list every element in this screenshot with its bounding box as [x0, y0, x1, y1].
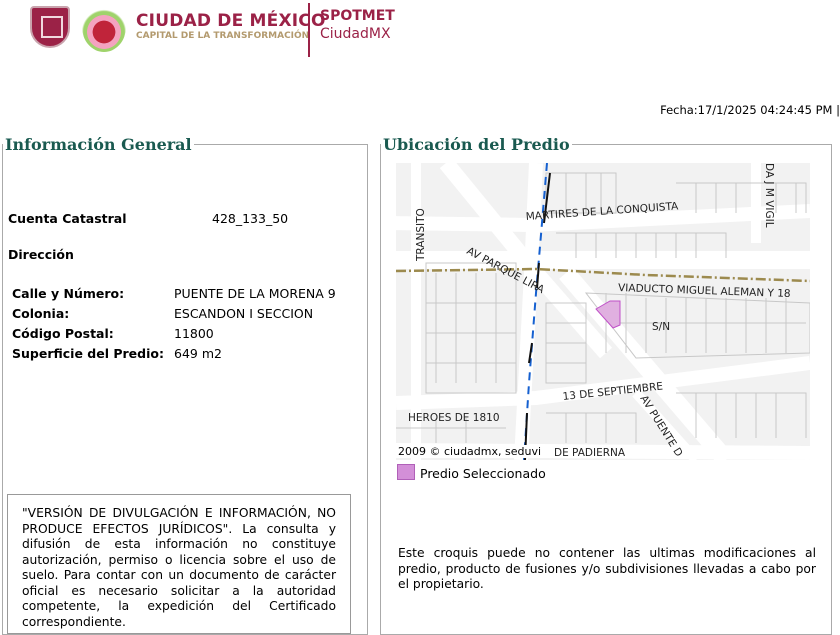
map-copyright: 2009 © ciudadmx, seduvi — [396, 445, 544, 458]
cdmx-shield-logo — [30, 6, 70, 48]
cuenta-value: 428_133_50 — [212, 211, 289, 226]
field-value: PUENTE DE LA MORENA 9 — [174, 286, 336, 301]
date-stamp: Fecha:17/1/2025 04:24:45 PM | — [660, 103, 840, 117]
field-label: Código Postal: — [12, 326, 114, 341]
general-info-title: Información General — [5, 135, 192, 154]
header: CIUDAD DE MÉXICO CAPITAL DE LA TRANSFORM… — [0, 0, 840, 60]
field-label: Colonia: — [12, 306, 70, 321]
street-label: S/N — [652, 321, 670, 333]
brand-title: CIUDAD DE MÉXICO — [136, 11, 326, 31]
brand-subtitle: CAPITAL DE LA TRANSFORMACIÓN — [136, 31, 310, 41]
street-label: VIADUCTO MIGUEL ALEMAN Y 18 — [618, 282, 791, 300]
street-label: DA J M VIGIL — [763, 163, 775, 228]
field-label: Superficie del Predio: — [12, 346, 164, 361]
field-label: Calle y Número: — [12, 286, 125, 301]
app-name: SPOTMET — [320, 8, 395, 24]
field-value: ESCANDON I SECCION — [174, 306, 314, 321]
street-label: HEROES DE 1810 — [408, 412, 500, 424]
street-label: TRANSITO — [415, 208, 427, 262]
disclaimer-box: "VERSIÓN DE DIVULGACIÓN E INFORMACIÓN, N… — [7, 494, 351, 634]
cdmx-heart-logo — [82, 2, 126, 52]
field-value: 11800 — [174, 326, 214, 341]
street-label: DE PADIERNA — [554, 447, 626, 459]
location-title: Ubicación del Predio — [383, 135, 570, 154]
header-divider — [308, 3, 310, 57]
direccion-label: Dirección — [8, 247, 74, 262]
map-note: Este croquis puede no contener las ultim… — [398, 546, 816, 591]
selected-parcel-swatch — [397, 464, 415, 480]
location-map[interactable]: MARTIRES DE LA CONQUISTA TRANSITO AV PAR… — [396, 163, 810, 460]
field-value: 649 m2 — [174, 346, 222, 361]
cuenta-label: Cuenta Catastral — [8, 211, 127, 226]
legend-label: Predio Seleccionado — [420, 466, 546, 481]
app-subtitle: CiudadMX — [320, 26, 391, 42]
